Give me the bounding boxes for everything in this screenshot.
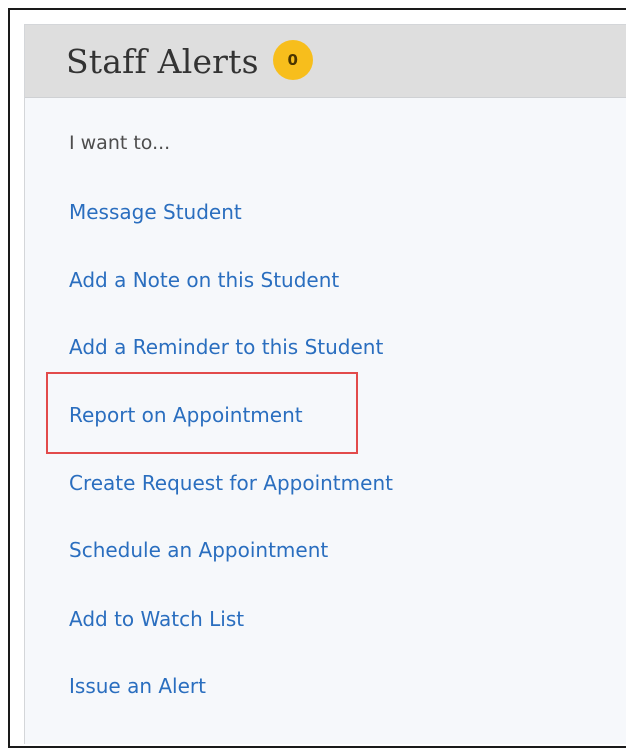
- add-note-link[interactable]: Add a Note on this Student: [69, 268, 339, 292]
- staff-alerts-panel: Staff Alerts 0 I want to... Message Stud…: [24, 24, 626, 744]
- schedule-appointment-link[interactable]: Schedule an Appointment: [69, 538, 328, 562]
- alert-count-badge: 0: [272, 40, 313, 80]
- issue-alert-link[interactable]: Issue an Alert: [69, 674, 206, 698]
- panel-header: Staff Alerts 0: [25, 25, 626, 98]
- intro-label: I want to...: [69, 132, 171, 154]
- report-on-appointment-link[interactable]: Report on Appointment: [69, 403, 303, 427]
- create-request-for-appointment-link[interactable]: Create Request for Appointment: [69, 471, 393, 495]
- add-to-watch-list-link[interactable]: Add to Watch List: [69, 607, 244, 631]
- panel-title: Staff Alerts: [66, 41, 259, 81]
- message-student-link[interactable]: Message Student: [69, 200, 242, 224]
- add-reminder-link[interactable]: Add a Reminder to this Student: [69, 335, 383, 359]
